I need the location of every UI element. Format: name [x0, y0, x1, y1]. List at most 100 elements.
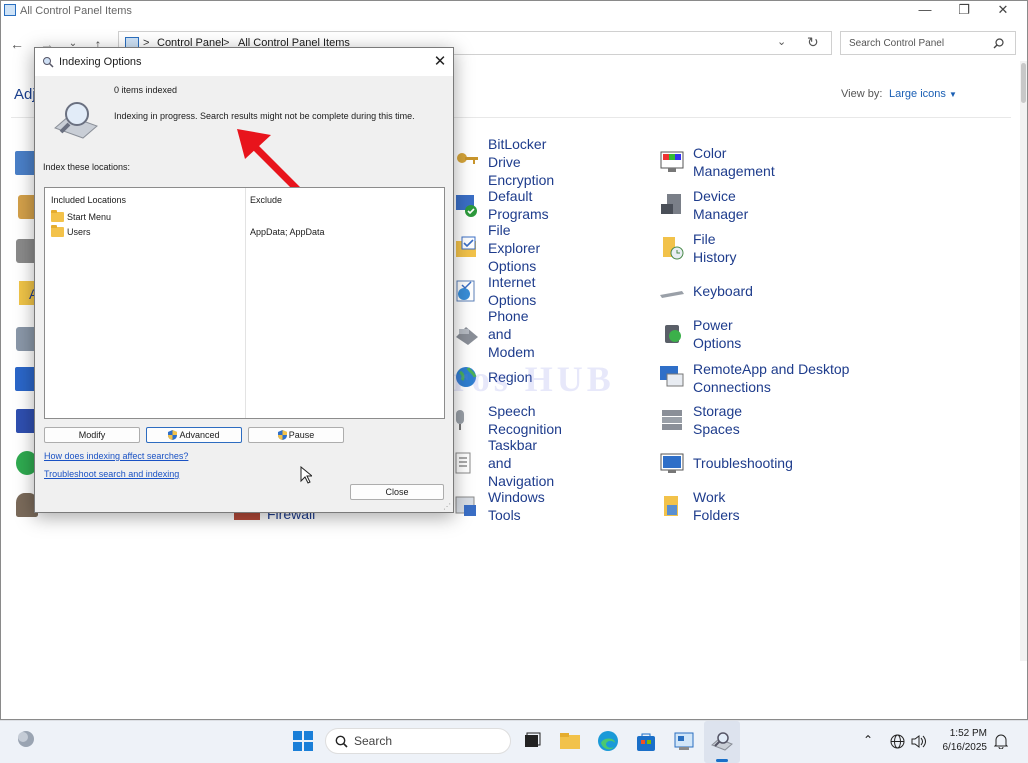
troubleshooting-icon: [660, 453, 684, 473]
cp-item-label: File History: [693, 231, 737, 265]
cp-item-troubleshooting[interactable]: Troubleshooting: [659, 448, 793, 478]
mouse-cursor-icon: [300, 466, 312, 484]
close-button[interactable]: ✕: [985, 1, 1021, 21]
cp-item-default-programs[interactable]: Default Programs: [454, 188, 549, 222]
file-explorer-icon[interactable]: [559, 730, 581, 752]
address-dropdown-chevron-icon[interactable]: ⌄: [777, 35, 786, 48]
keyboard-icon: [660, 291, 684, 298]
microsoft-store-icon[interactable]: [635, 730, 657, 752]
indexing-affect-searches-link[interactable]: How does indexing affect searches?: [44, 451, 188, 461]
windows-tools-icon: [455, 496, 476, 516]
cp-item-windows-tools[interactable]: Windows Tools: [454, 489, 545, 523]
maximize-button[interactable]: ❐: [946, 1, 982, 21]
chevron-down-icon: ▼: [948, 90, 957, 99]
close-dialog-button[interactable]: Close: [350, 484, 444, 500]
cp-item-label: Color Management: [693, 145, 775, 179]
cp-item-keyboard[interactable]: Keyboard: [659, 276, 753, 306]
column-header-exclude[interactable]: Exclude: [250, 195, 282, 205]
show-hidden-icons-chevron-icon[interactable]: ⌃: [863, 733, 873, 747]
bitlocker-key-icon: [457, 153, 478, 164]
cp-item-label: Windows Tools: [488, 489, 545, 523]
search-input[interactable]: Search Control Panel: [840, 31, 1016, 55]
cp-item-power-options[interactable]: Power Options: [659, 317, 741, 351]
cp-item-taskbar-navigation[interactable]: Taskbar and Navigation: [454, 437, 554, 489]
remoteapp-icon: [660, 366, 684, 387]
pause-button[interactable]: Pause: [248, 427, 344, 443]
work-folders-icon: [664, 496, 678, 516]
uac-shield-icon: [168, 430, 178, 440]
refresh-icon[interactable]: ↻: [807, 34, 819, 51]
cp-item-storage-spaces[interactable]: Storage Spaces: [659, 403, 742, 437]
cp-item-label: Work Folders: [693, 489, 740, 523]
indexing-options-taskbar-button[interactable]: [704, 721, 740, 763]
cp-item-internet-options[interactable]: Internet Options: [454, 274, 536, 308]
cp-item-work-folders[interactable]: Work Folders: [659, 489, 740, 523]
control-panel-icon: [4, 4, 16, 16]
minimize-button[interactable]: —: [907, 1, 943, 21]
edge-browser-icon[interactable]: [597, 730, 619, 752]
uac-shield-icon: [277, 430, 287, 440]
weather-widget-icon[interactable]: [16, 729, 36, 749]
exclude-value: AppData; AppData: [250, 227, 325, 237]
window-title: All Control Panel Items: [20, 5, 132, 17]
dialog-title-bar[interactable]: Indexing Options ✕: [35, 48, 453, 76]
cp-item-phone-and-modem[interactable]: Phone and Modem: [454, 308, 535, 360]
cp-item-label: BitLocker Drive Encryption: [488, 136, 555, 188]
cp-item-color-management[interactable]: Color Management: [659, 145, 775, 179]
cp-item-remoteapp[interactable]: RemoteApp and Desktop Connections: [659, 360, 853, 396]
column-header-included[interactable]: Included Locations: [51, 195, 126, 205]
cp-item-speech-recognition[interactable]: Speech Recognition: [454, 403, 562, 437]
modify-button[interactable]: Modify: [44, 427, 140, 443]
cp-item-label: Troubleshooting: [693, 455, 793, 471]
microphone-icon: [456, 410, 464, 430]
cp-item-file-history[interactable]: File History: [659, 231, 737, 265]
column-divider: [245, 188, 246, 418]
resize-grip-icon[interactable]: ⋰: [443, 502, 451, 511]
control-panel-taskbar-icon[interactable]: [673, 730, 695, 752]
search-icon: [335, 735, 348, 748]
file-explorer-options-icon: [456, 236, 476, 257]
search-icon[interactable]: [993, 38, 1004, 49]
vertical-scrollbar[interactable]: [1020, 61, 1027, 661]
cp-item-bitlocker[interactable]: BitLocker Drive Encryption: [454, 136, 554, 188]
scrollbar-thumb[interactable]: [1021, 63, 1026, 103]
list-item[interactable]: Start Menu: [51, 210, 112, 222]
advanced-button[interactable]: Advanced: [146, 427, 242, 443]
indexing-magnifier-icon: [54, 102, 98, 139]
taskbar-icon: [455, 452, 471, 474]
taskbar-search-box[interactable]: Search: [325, 728, 511, 754]
folder-icon: [51, 225, 64, 237]
cp-item-file-explorer-options[interactable]: File Explorer Options: [454, 222, 540, 274]
index-locations-label: Index these locations:: [43, 162, 131, 172]
default-programs-icon: [456, 195, 477, 217]
taskbar-search-label: Search: [354, 734, 393, 748]
network-globe-icon[interactable]: [890, 734, 905, 749]
clock-date[interactable]: 6/16/2025: [925, 742, 988, 753]
cp-item-label: Phone and Modem: [488, 308, 535, 360]
notification-bell-icon[interactable]: [994, 733, 1008, 749]
list-item[interactable]: Users: [51, 225, 91, 237]
location-name: Users: [67, 227, 91, 237]
phone-modem-icon: [456, 327, 478, 345]
title-bar[interactable]: All Control Panel Items — ❐ ✕: [1, 1, 1027, 23]
indexing-options-dialog: Indexing Options ✕ 0 items indexed Index…: [34, 47, 454, 513]
clock-time[interactable]: 1:52 PM: [935, 728, 987, 739]
task-view-icon[interactable]: [521, 730, 543, 752]
location-name: Start Menu: [67, 212, 112, 222]
folder-icon: [51, 210, 64, 222]
internet-options-icon: [456, 280, 475, 302]
back-arrow-icon[interactable]: ←: [7, 35, 27, 53]
start-button-windows-icon[interactable]: [292, 730, 314, 752]
view-by-dropdown[interactable]: Large icons ▼: [889, 88, 957, 100]
color-management-icon: [660, 151, 684, 172]
indexed-locations-list[interactable]: Included Locations Exclude Start Menu Us…: [44, 187, 445, 419]
dialog-close-button[interactable]: ✕: [428, 51, 452, 73]
cp-item-label: Taskbar and Navigation: [488, 437, 555, 489]
indexing-taskbar-icon: [711, 732, 733, 751]
page-title: Adj: [14, 86, 36, 103]
cp-item-device-manager[interactable]: Device Manager: [659, 188, 748, 222]
troubleshoot-indexing-link[interactable]: Troubleshoot search and indexing: [44, 469, 179, 479]
cp-item-label: Default Programs: [488, 188, 549, 222]
pause-label: Pause: [288, 430, 315, 440]
advanced-label: Advanced: [179, 430, 220, 440]
